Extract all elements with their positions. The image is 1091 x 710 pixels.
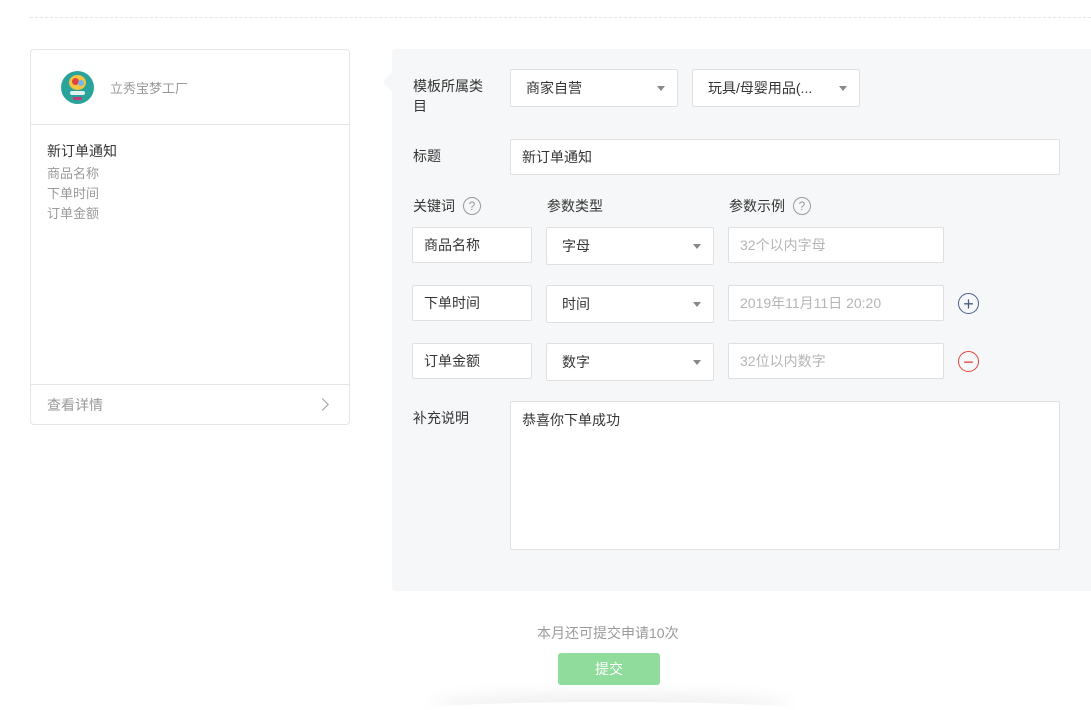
chevron-down-icon [693,302,701,307]
param-example-input[interactable]: 2019年11月11日 20:20 [728,285,944,321]
remove-row-button[interactable]: − [958,351,979,372]
plus-icon: + [963,293,974,314]
template-preview-card: 立秀宝梦工厂 新订单通知 商品名称 下单时间 订单金额 查看详情 [30,49,350,425]
keyword-input[interactable]: 下单时间 [412,285,532,321]
minus-icon: − [963,351,974,372]
note-label: 补充说明 [413,410,469,426]
param-example-header: 参数示例 ? [729,196,811,216]
note-textarea[interactable]: 恭喜你下单成功 [510,401,1060,550]
preview-field: 订单金额 [47,206,100,221]
help-icon[interactable]: ? [463,197,481,215]
merchant-avatar [61,70,94,104]
param-example-input[interactable]: 32个以内字母 [728,227,944,263]
preview-field: 下单时间 [47,186,100,201]
preview-title: 新订单通知 [47,143,117,159]
param-type-select[interactable]: 数字 [546,343,714,381]
floating-shadow [430,702,790,710]
preview-body: 新订单通知 商品名称 下单时间 订单金额 [31,125,349,385]
title-input[interactable]: 新订单通知 [510,139,1060,175]
keywords-label: 关键词 [413,198,455,214]
view-details-label: 查看详情 [47,396,103,413]
chevron-down-icon [839,86,847,91]
param-example-label: 参数示例 [729,198,785,214]
merchant-name: 立秀宝梦工厂 [110,80,189,96]
param-type-value: 数字 [562,354,590,370]
title-label: 标题 [413,148,441,164]
preview-header: 立秀宝梦工厂 [31,50,349,125]
preview-field: 商品名称 [47,166,100,181]
keywords-header: 关键词 ? [413,196,481,216]
param-type-select[interactable]: 字母 [546,227,714,265]
chevron-right-icon [316,398,329,411]
chevron-down-icon [693,244,701,249]
param-type-value: 时间 [562,296,590,312]
param-type-value: 字母 [562,238,590,254]
add-row-button[interactable]: + [958,293,979,314]
chevron-down-icon [693,360,701,365]
param-example-input[interactable]: 32位以内数字 [728,343,944,379]
param-type-label: 参数类型 [547,198,603,214]
category-primary-value: 商家自营 [526,80,582,96]
param-type-select[interactable]: 时间 [546,285,714,323]
panel-pointer [383,72,392,92]
keyword-input[interactable]: 订单金额 [412,343,532,379]
top-divider [30,17,1091,18]
category-secondary-select[interactable]: 玩具/母婴用品(... [692,69,860,107]
category-secondary-value: 玩具/母婴用品(... [708,80,813,96]
category-label: 模板所属类目 [413,78,483,114]
submission-quota-text: 本月还可提交申请10次 [537,625,679,641]
help-icon[interactable]: ? [793,197,811,215]
submit-button[interactable]: 提交 [558,653,660,685]
category-primary-select[interactable]: 商家自营 [510,69,678,107]
chevron-down-icon [657,86,665,91]
view-details-link[interactable]: 查看详情 [31,384,349,424]
template-form-panel: 模板所属类目 商家自营 玩具/母婴用品(... 标题 新订单通知 关键词 ? 参… [383,49,1091,591]
keyword-input[interactable]: 商品名称 [412,227,532,263]
